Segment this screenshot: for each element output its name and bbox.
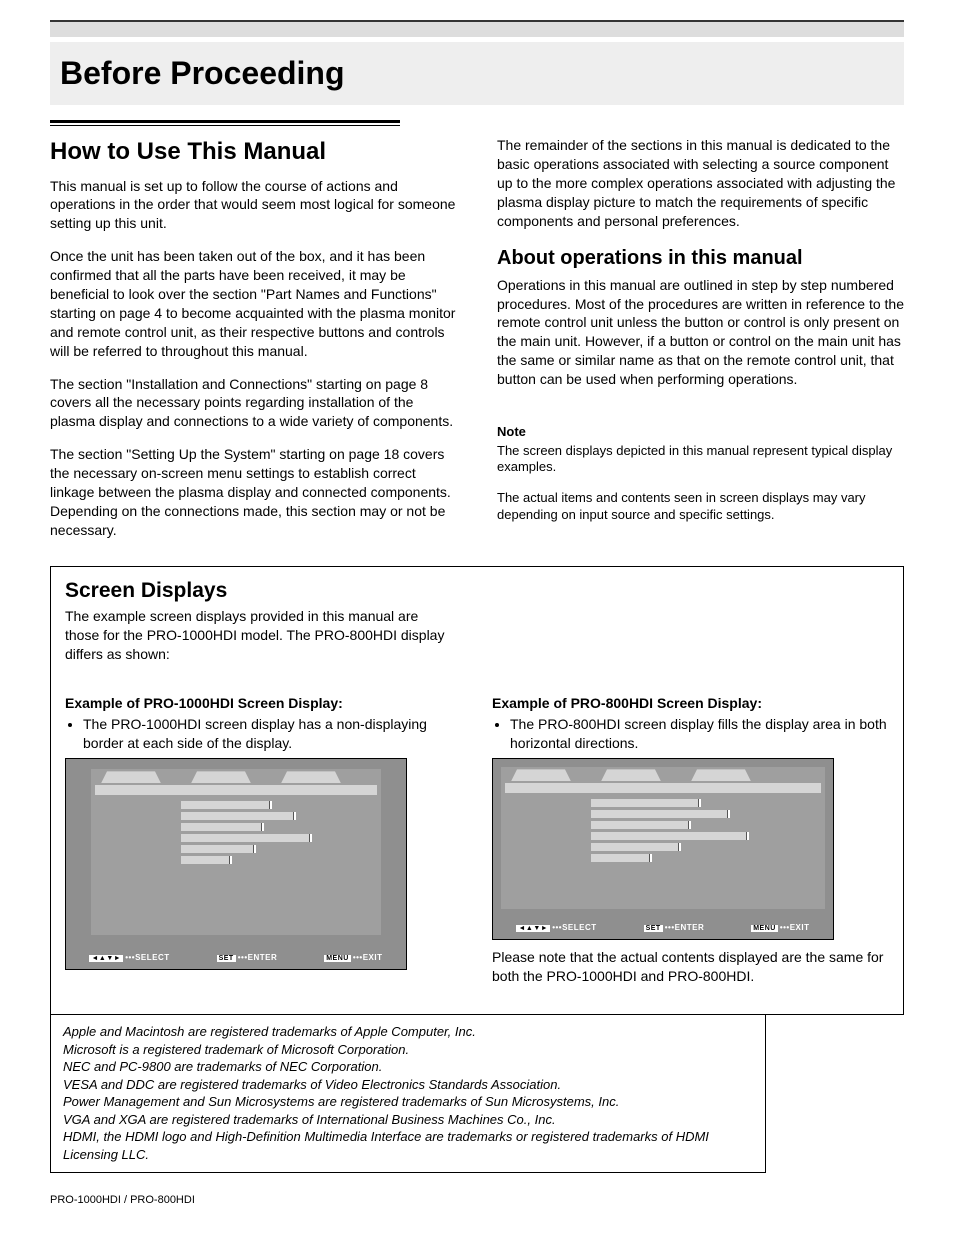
pro800-screen-diagram: ◄▲▼►•••SELECT SET•••ENTER MENU•••EXIT xyxy=(492,758,834,940)
left-column: How to Use This Manual This manual is se… xyxy=(50,136,457,554)
note-line-1: The screen displays depicted in this man… xyxy=(497,443,904,477)
trademark-1: Apple and Macintosh are registered trade… xyxy=(63,1023,753,1041)
right-column: The remainder of the sections in this ma… xyxy=(497,136,904,554)
trademark-2: Microsoft is a registered trademark of M… xyxy=(63,1041,753,1059)
rule-light xyxy=(50,125,400,126)
rule-heavy xyxy=(50,120,400,123)
right-para-2: Operations in this manual are outlined i… xyxy=(497,276,904,389)
trademark-6: VGA and XGA are registered trademarks of… xyxy=(63,1111,753,1129)
about-operations-heading: About operations in this manual xyxy=(497,245,904,272)
trademark-5: Power Management and Sun Microsystems ar… xyxy=(63,1093,753,1111)
screen-displays-title: Screen Displays xyxy=(65,577,889,605)
pro800-bullet: The PRO-800HDI screen display fills the … xyxy=(510,715,889,753)
footer-exit-icon: MENU•••EXIT xyxy=(324,953,382,964)
trademark-4: VESA and DDC are registered trademarks o… xyxy=(63,1076,753,1094)
footer-select-icon: ◄▲▼►•••SELECT xyxy=(516,923,596,934)
footer-exit-icon: MENU•••EXIT xyxy=(751,923,809,934)
pro1000-screen-diagram: ◄▲▼►•••SELECT SET•••ENTER MENU•••EXIT xyxy=(65,758,407,970)
note-line-2: The actual items and contents seen in sc… xyxy=(497,490,904,524)
top-strip xyxy=(50,20,904,37)
two-column-layout: How to Use This Manual This manual is se… xyxy=(50,136,904,554)
chapter-title: Before Proceeding xyxy=(50,42,904,105)
left-para-1: This manual is set up to follow the cour… xyxy=(50,177,457,234)
right-para-1: The remainder of the sections in this ma… xyxy=(497,136,904,230)
footer-enter-icon: SET•••ENTER xyxy=(217,953,278,964)
box-right-col: Example of PRO-800HDI Screen Display: Th… xyxy=(492,694,889,1000)
screen-displays-intro: The example screen displays provided in … xyxy=(65,607,445,664)
trademark-3: NEC and PC-9800 are trademarks of NEC Co… xyxy=(63,1058,753,1076)
pro800-heading: Example of PRO-800HDI Screen Display: xyxy=(492,694,889,713)
how-to-use-heading: How to Use This Manual xyxy=(50,136,457,168)
left-para-3: The section "Installation and Connection… xyxy=(50,375,457,432)
pro1000-heading: Example of PRO-1000HDI Screen Display: xyxy=(65,694,462,713)
footer-select-icon: ◄▲▼►•••SELECT xyxy=(89,953,169,964)
pro800-after-note: Please note that the actual contents dis… xyxy=(492,948,889,986)
box-left-col: Example of PRO-1000HDI Screen Display: T… xyxy=(65,694,462,1000)
left-para-2: Once the unit has been taken out of the … xyxy=(50,247,457,360)
trademark-7: HDMI, the HDMI logo and High-Definition … xyxy=(63,1128,753,1163)
pro1000-bullet: The PRO-1000HDI screen display has a non… xyxy=(83,715,462,753)
screen-displays-box: Screen Displays The example screen displ… xyxy=(50,566,904,1015)
trademarks-box: Apple and Macintosh are registered trade… xyxy=(50,1015,766,1172)
footer-enter-icon: SET•••ENTER xyxy=(644,923,705,934)
note-heading: Note xyxy=(497,423,904,441)
footer-model: PRO-1000HDI / PRO-800HDI xyxy=(50,1193,904,1208)
left-para-4: The section "Setting Up the System" star… xyxy=(50,445,457,539)
